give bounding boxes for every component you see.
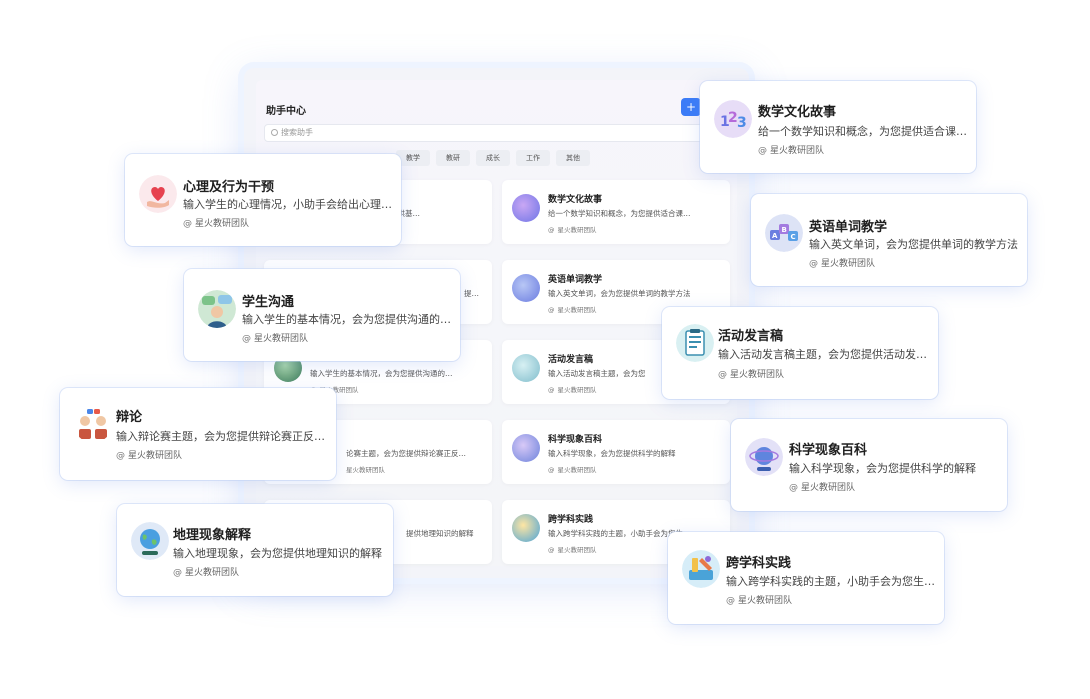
heart-hand-icon xyxy=(139,175,177,213)
card-team: @ 星火教研团队 xyxy=(809,259,876,269)
card-desc: 输入地理现象，会为您提供地理知识的解释 xyxy=(173,547,382,560)
globe-icon xyxy=(131,522,169,560)
card-title: 活动发言稿 xyxy=(718,329,784,344)
card-desc: 输入辩论赛主题，会为您提供辩论赛正反… xyxy=(116,430,325,443)
numbers-icon xyxy=(512,194,540,222)
card-title: 地理现象解释 xyxy=(173,528,252,543)
tools-icon xyxy=(682,550,720,588)
card-title: 跨学科实践 xyxy=(726,556,792,571)
card-team: @ 星火教研团队 xyxy=(726,596,793,606)
tab-teaching[interactable]: 教学 xyxy=(396,150,430,166)
debate-people-icon xyxy=(74,405,112,443)
card-team: @ 星火教研团队 xyxy=(183,219,250,229)
abc-blocks-icon xyxy=(512,274,540,302)
svg-text:B: B xyxy=(782,226,787,234)
card-team: @ 星火教研团队 xyxy=(758,146,825,156)
card-desc: 给一个数学知识和概念，为您提供适合课… xyxy=(758,125,967,138)
card-desc: 输入活动发言稿主题，会为您提供活动发… xyxy=(718,348,927,361)
search-input[interactable]: 搜索助手 xyxy=(264,124,734,142)
card-title: 数学文化故事 xyxy=(758,105,837,120)
card-title: 辩论 xyxy=(116,410,143,425)
card-speech[interactable]: 活动发言稿 输入活动发言稿主题，会为您提供活动发… @ 星火教研团队 xyxy=(662,307,938,399)
chat-people-icon xyxy=(198,290,236,328)
card-team: @ 星火教研团队 xyxy=(173,568,240,578)
card-communication[interactable]: 学生沟通 输入学生的基本情况，会为您提供沟通的… @ 星火教研团队 xyxy=(184,269,460,361)
mini-card-math[interactable]: 数学文化故事 给一个数学知识和概念，为您提供适合课… @ 星火教研团队 xyxy=(502,180,730,244)
card-math[interactable]: 1 2 3 数学文化故事 给一个数学知识和概念，为您提供适合课… @ 星火教研团队 xyxy=(700,81,976,173)
search-icon xyxy=(271,129,278,136)
card-team: @ 星火教研团队 xyxy=(718,370,785,380)
search-placeholder: 搜索助手 xyxy=(281,128,313,137)
card-team: @ 星火教研团队 xyxy=(789,483,856,493)
svg-text:C: C xyxy=(791,233,796,241)
tab-work[interactable]: 工作 xyxy=(516,150,550,166)
add-assistant-button[interactable]: + xyxy=(681,98,701,116)
svg-text:3: 3 xyxy=(737,115,747,131)
document-icon xyxy=(512,354,540,382)
tab-growth[interactable]: 成长 xyxy=(476,150,510,166)
card-desc: 输入学生的心理情况，小助手会给出心理… xyxy=(183,198,392,211)
card-psychology[interactable]: 心理及行为干预 输入学生的心理情况，小助手会给出心理… @ 星火教研团队 xyxy=(125,154,401,246)
atom-globe-icon xyxy=(745,438,783,476)
card-title: 学生沟通 xyxy=(242,295,295,310)
tools-icon xyxy=(512,514,540,542)
page-title: 助手中心 xyxy=(266,106,306,117)
tab-other[interactable]: 其他 xyxy=(556,150,590,166)
card-debate[interactable]: 辩论 输入辩论赛主题，会为您提供辩论赛正反… @ 星火教研团队 xyxy=(60,388,336,480)
document-icon xyxy=(676,324,714,362)
card-title: 英语单词教学 xyxy=(809,220,888,235)
card-interdisciplinary[interactable]: 跨学科实践 输入跨学科实践的主题，小助手会为您生… @ 星火教研团队 xyxy=(668,532,944,624)
svg-text:A: A xyxy=(772,232,778,240)
numbers-icon: 1 2 3 xyxy=(714,100,752,138)
abc-blocks-icon: A B C xyxy=(765,214,803,252)
card-team: @ 星火教研团队 xyxy=(242,334,309,344)
card-desc: 输入学生的基本情况，会为您提供沟通的… xyxy=(242,313,451,326)
atom-globe-icon xyxy=(512,434,540,462)
tab-research[interactable]: 教研 xyxy=(436,150,470,166)
card-title: 心理及行为干预 xyxy=(183,180,275,195)
card-title: 科学现象百科 xyxy=(789,443,868,458)
card-geography[interactable]: 地理现象解释 输入地理现象，会为您提供地理知识的解释 @ 星火教研团队 xyxy=(117,504,393,596)
card-english[interactable]: A B C 英语单词教学 输入英文单词，会为您提供单词的教学方法 @ 星火教研团队 xyxy=(751,194,1027,286)
card-team: @ 星火教研团队 xyxy=(116,451,183,461)
card-desc: 输入跨学科实践的主题，小助手会为您生… xyxy=(726,575,935,588)
card-desc: 输入科学现象，会为您提供科学的解释 xyxy=(789,462,976,475)
mini-card-science[interactable]: 科学现象百科 输入科学现象，会为您提供科学的解释 @ 星火教研团队 xyxy=(502,420,730,484)
card-science[interactable]: 科学现象百科 输入科学现象，会为您提供科学的解释 @ 星火教研团队 xyxy=(731,419,1007,511)
card-desc: 输入英文单词，会为您提供单词的教学方法 xyxy=(809,238,1018,251)
